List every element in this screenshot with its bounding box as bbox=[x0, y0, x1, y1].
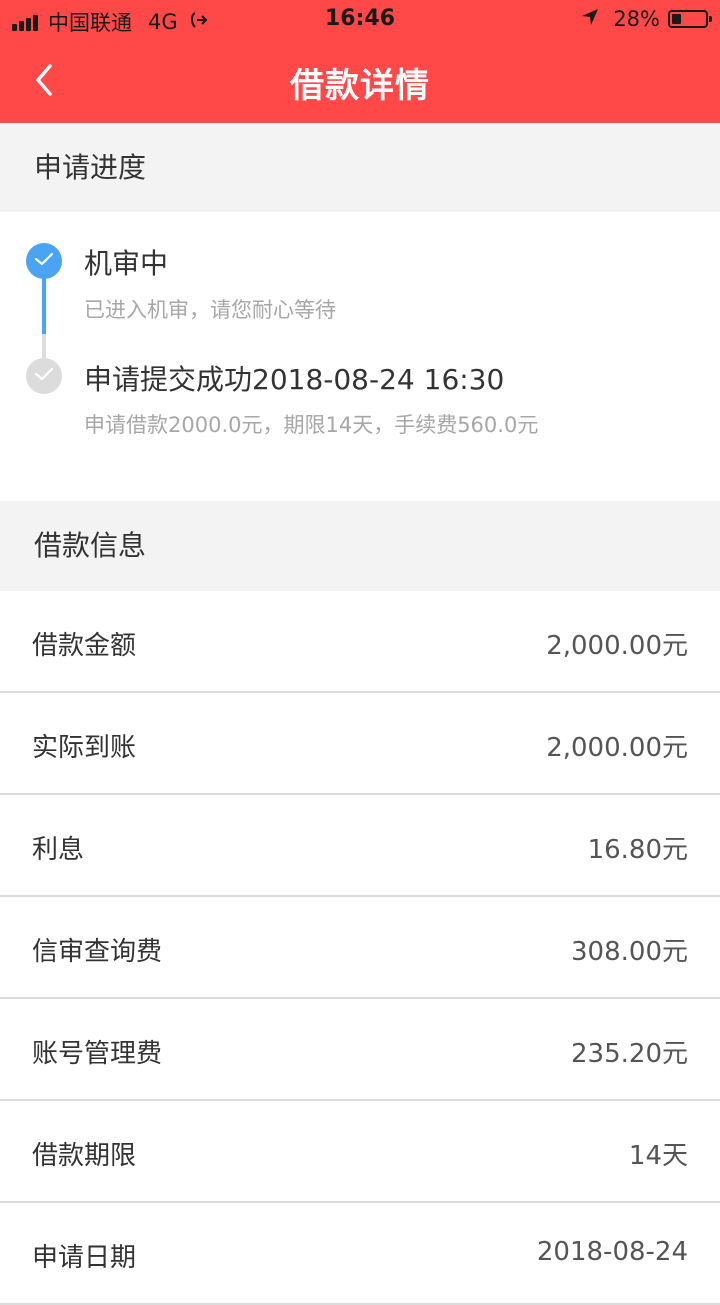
step-subtitle: 已进入机审，请您耐心等待 bbox=[84, 298, 336, 322]
row-value: 16.80元 bbox=[587, 835, 688, 865]
location-arrow-icon bbox=[581, 7, 599, 31]
row-label: 账号管理费 bbox=[32, 1039, 163, 1069]
loan-info-list: 借款金额 2,000.00元 实际到账 2,000.00元 利息 16.80元 … bbox=[0, 591, 720, 1305]
battery-icon bbox=[668, 10, 712, 28]
row-label: 借款期限 bbox=[32, 1141, 137, 1171]
row-value: 2,000.00元 bbox=[546, 733, 688, 763]
info-row-account-fee: 账号管理费 235.20元 bbox=[0, 999, 720, 1101]
info-row-loan-amount: 借款金额 2,000.00元 bbox=[0, 591, 720, 693]
row-label: 信审查询费 bbox=[32, 937, 163, 967]
step-done-dot bbox=[26, 358, 62, 394]
row-label: 利息 bbox=[32, 835, 85, 865]
timeline-connector-active bbox=[42, 272, 46, 334]
row-value: 308.00元 bbox=[571, 937, 688, 967]
info-row-interest: 利息 16.80元 bbox=[0, 795, 720, 897]
page-title: 借款详情 bbox=[290, 66, 430, 106]
status-right: 28% bbox=[581, 7, 712, 31]
battery-fill bbox=[672, 14, 681, 24]
info-row-apply-date: 申请日期 2018-08-24 bbox=[0, 1203, 720, 1305]
progress-timeline: 机审中 已进入机审，请您耐心等待 申请提交成功2018-08-24 16:30 … bbox=[0, 212, 720, 501]
row-label: 申请日期 bbox=[32, 1243, 137, 1273]
step-title: 机审中 bbox=[84, 247, 169, 280]
info-row-term: 借款期限 14天 bbox=[0, 1101, 720, 1203]
step-active-dot bbox=[26, 243, 62, 279]
row-value: 2,000.00元 bbox=[546, 631, 688, 661]
row-value: 235.20元 bbox=[571, 1039, 688, 1069]
row-label: 借款金额 bbox=[32, 631, 137, 661]
check-icon bbox=[34, 366, 54, 386]
app-header: 中国联通 4G 16:46 28% 借款详情 bbox=[0, 0, 720, 123]
step-title: 申请提交成功2018-08-24 16:30 bbox=[84, 363, 505, 396]
row-label: 实际到账 bbox=[32, 733, 137, 763]
progress-section-header: 申请进度 bbox=[0, 123, 720, 212]
info-row-credit-check-fee: 信审查询费 308.00元 bbox=[0, 897, 720, 999]
battery-percent: 28% bbox=[613, 7, 660, 31]
row-value: 14天 bbox=[628, 1141, 688, 1171]
status-bar: 中国联通 4G 16:46 28% bbox=[0, 0, 720, 40]
check-icon bbox=[34, 251, 54, 271]
loan-info-section-header: 借款信息 bbox=[0, 501, 720, 591]
step-subtitle: 申请借款2000.0元，期限14天，手续费560.0元 bbox=[84, 413, 539, 437]
row-value: 2018-08-24 bbox=[536, 1237, 688, 1267]
info-row-received: 实际到账 2,000.00元 bbox=[0, 693, 720, 795]
